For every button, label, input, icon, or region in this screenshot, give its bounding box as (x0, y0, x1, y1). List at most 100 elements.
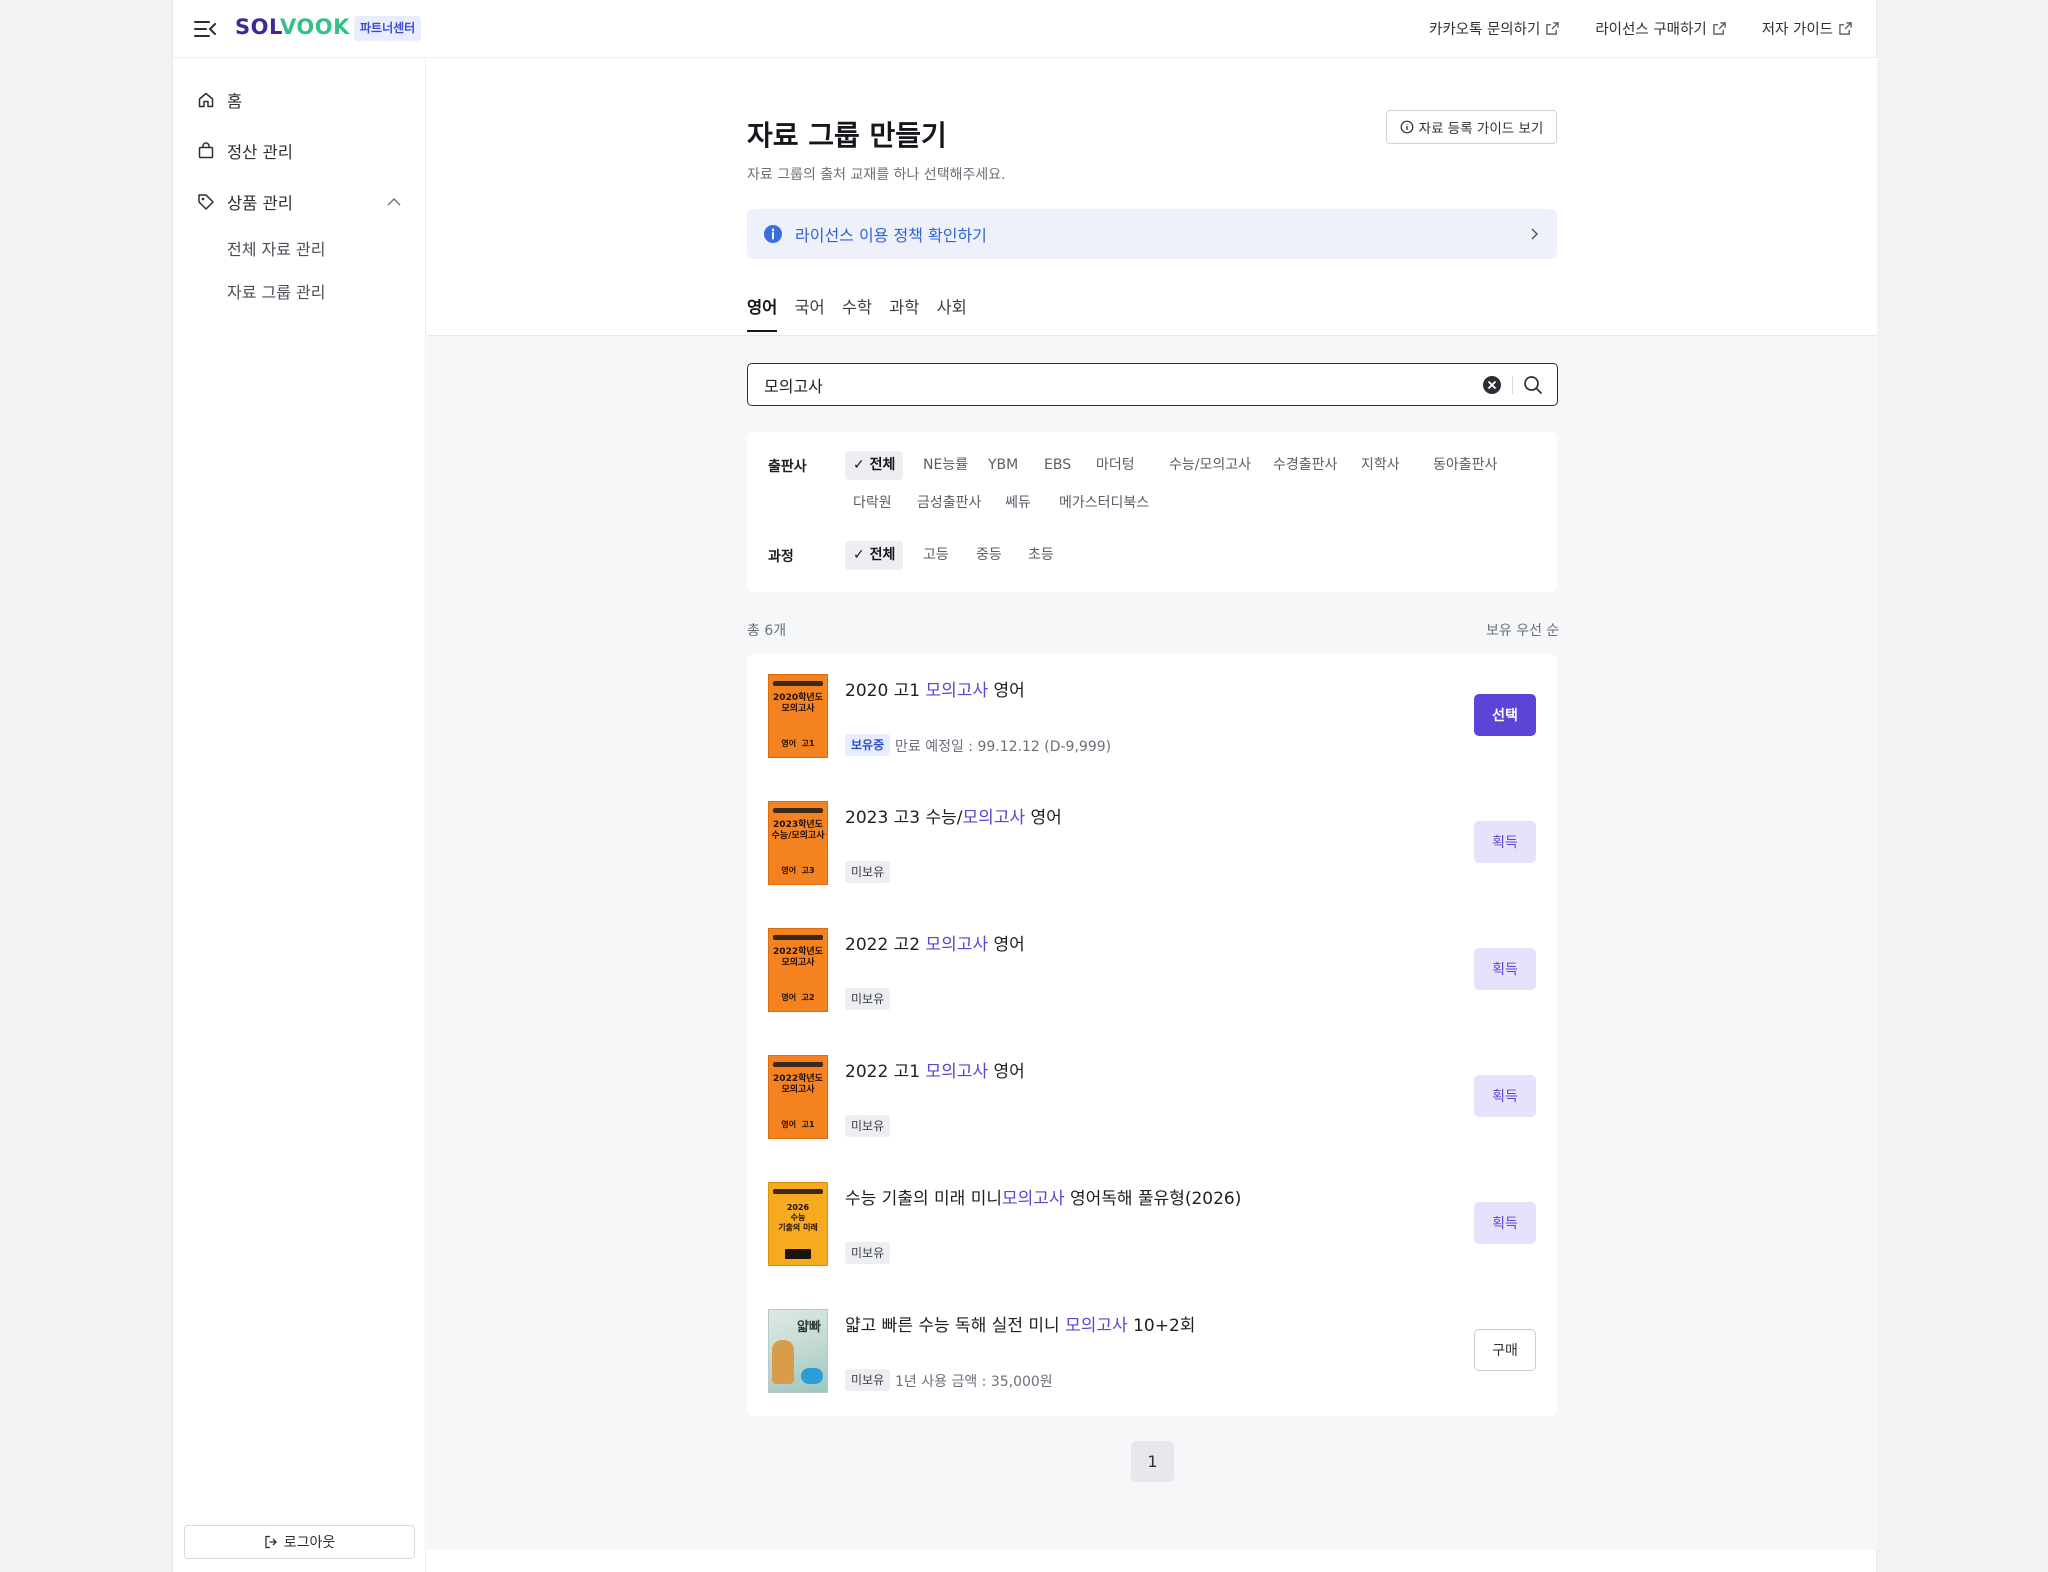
logout-icon (265, 1535, 277, 1549)
sort-dropdown[interactable]: 보유 우선 순 (1486, 620, 1559, 640)
publisher-chip[interactable]: YBM (980, 451, 1026, 480)
title-highlight: 모의고사 (925, 681, 989, 701)
solvook-logo[interactable]: SOLVOOK (235, 15, 350, 39)
book-title: 2022 고1 모의고사 영어 (845, 1057, 1025, 1082)
external-link-icon (1712, 22, 1726, 35)
publisher-chip[interactable]: 금성출판사 (909, 489, 989, 518)
publisher-chip-all[interactable]: ✓ 전체 (845, 451, 904, 480)
list-item[interactable]: 2023학년도 수능/모의고사 영어 고3 2023 고3 수능/모의고사 영어 … (747, 781, 1557, 908)
acquire-button[interactable]: 획득 (1474, 948, 1536, 990)
status-badge: 미보유 (845, 1115, 891, 1137)
status-badge: 미보유 (845, 1369, 891, 1391)
cover-footer: 영어 고2 (781, 993, 815, 1002)
app-window: SOLVOOK 파트너센터 카카오톡 문의하기 라이선스 구매하기 저자 가이드… (172, 0, 1877, 1572)
search-divider (1512, 375, 1513, 394)
logo-text-right: OOK (296, 15, 350, 39)
cover-title: 2022학년도 모의고사 (773, 947, 823, 968)
author-guide-label: 저자 가이드 (1761, 22, 1833, 38)
title-text: 영어독해 풀유형(2026) (1064, 1189, 1242, 1209)
sidebar-item-product[interactable]: 상품 관리 (197, 190, 293, 214)
top-links: 카카오톡 문의하기 라이선스 구매하기 저자 가이드 (1429, 18, 1852, 39)
sidebar-subitem-material-groups[interactable]: 자료 그룹 관리 (227, 279, 326, 303)
tab-science[interactable]: 과학 (889, 294, 919, 332)
course-chip-all[interactable]: ✓ 전체 (845, 541, 904, 570)
publisher-chip[interactable]: 메가스터디북스 (1051, 489, 1157, 518)
sidebar-item-settlement[interactable]: 정산 관리 (197, 139, 293, 163)
list-item[interactable]: 얇빠 얇고 빠른 수능 독해 실전 미니 모의고사 10+2회 미보유 1년 사… (747, 1289, 1557, 1416)
tab-math[interactable]: 수학 (842, 294, 872, 332)
publisher-chip[interactable]: 수경출판사 (1265, 451, 1345, 480)
title-text: 10+2회 (1127, 1316, 1196, 1336)
select-button[interactable]: 선택 (1474, 694, 1536, 736)
tab-social[interactable]: 사회 (937, 294, 967, 332)
chip-label: 전체 (869, 457, 896, 473)
bag-icon (198, 142, 214, 159)
publisher-chip[interactable]: 다락원 (845, 489, 900, 518)
license-purchase-link[interactable]: 라이선스 구매하기 (1595, 18, 1726, 39)
publisher-chip[interactable]: 동아출판사 (1425, 451, 1505, 480)
publisher-chip[interactable]: NE능률 (915, 451, 976, 480)
publisher-chip[interactable]: 마더텅 (1088, 451, 1143, 480)
page-title: 자료 그룹 만들기 (747, 119, 947, 152)
cover-title: 2026 수능 기출의 미래 (778, 1203, 818, 1232)
course-chip[interactable]: 초등 (1020, 541, 1062, 570)
tab-english[interactable]: 영어 (747, 294, 778, 332)
kakao-inquiry-label: 카카오톡 문의하기 (1429, 22, 1541, 38)
status-badge: 미보유 (845, 1242, 891, 1264)
course-filter-label: 과정 (768, 549, 794, 565)
sidebar-item-home[interactable]: 홈 (197, 88, 242, 112)
logout-button[interactable]: 로그아웃 (184, 1525, 415, 1559)
logo-text-v: V (279, 15, 297, 39)
cover-band (773, 935, 823, 940)
menu-collapse-icon[interactable] (193, 18, 217, 40)
publisher-chip[interactable]: 지학사 (1353, 451, 1408, 480)
sidebar-item-label: 정산 관리 (227, 143, 293, 162)
publisher-chip[interactable]: EBS (1036, 451, 1079, 480)
chip-label: 전체 (869, 547, 896, 563)
clear-icon[interactable] (1482, 375, 1502, 395)
acquire-button[interactable]: 획득 (1474, 1075, 1536, 1117)
cover-footer: 영어 고1 (781, 1120, 815, 1129)
acquire-button[interactable]: 획득 (1474, 1202, 1536, 1244)
publisher-chip[interactable]: 수능/모의고사 (1161, 451, 1259, 480)
kakao-inquiry-link[interactable]: 카카오톡 문의하기 (1429, 18, 1560, 39)
title-highlight: 모의고사 (962, 808, 1026, 828)
search-input[interactable] (764, 375, 1482, 394)
cover-illustration (772, 1340, 794, 1384)
publisher-chip[interactable]: 쎄듀 (997, 489, 1039, 518)
info-outline-icon (1400, 120, 1414, 134)
external-link-icon (1546, 22, 1560, 35)
author-guide-link[interactable]: 저자 가이드 (1762, 18, 1852, 39)
chevron-up-icon[interactable] (386, 194, 402, 210)
sidebar-subitem-all-materials[interactable]: 전체 자료 관리 (227, 236, 326, 260)
list-item[interactable]: 2022학년도 모의고사 영어 고2 2022 고2 모의고사 영어 미보유 획득 (747, 908, 1557, 1035)
license-policy-text: 라이선스 이용 정책 확인하기 (795, 226, 987, 245)
info-icon (764, 225, 782, 243)
list-item[interactable]: 2020학년도 모의고사 영어 고1 2020 고1 모의고사 영어 보유중 만료… (747, 654, 1557, 781)
title-text: 2022 고2 (845, 935, 926, 955)
cover-title: 얇빠 (797, 1320, 821, 1335)
book-cover: 2020학년도 모의고사 영어 고1 (768, 674, 828, 758)
book-title: 2022 고2 모의고사 영어 (845, 930, 1025, 955)
status-badge: 미보유 (845, 861, 891, 883)
course-chip[interactable]: 중등 (968, 541, 1010, 570)
search-icon[interactable] (1523, 375, 1543, 395)
book-cover: 2023학년도 수능/모의고사 영어 고3 (768, 801, 828, 885)
registration-guide-button[interactable]: 자료 등록 가이드 보기 (1386, 110, 1557, 144)
tab-korean[interactable]: 국어 (794, 294, 824, 332)
license-policy-banner[interactable]: 라이선스 이용 정책 확인하기 (747, 209, 1557, 259)
status-badge: 보유중 (845, 734, 891, 756)
title-text: 영어 (988, 681, 1025, 701)
cover-title: 2023학년도 수능/모의고사 (771, 820, 825, 841)
cover-badge (801, 1368, 823, 1384)
acquire-button[interactable]: 획득 (1474, 821, 1536, 863)
filter-panel: 출판사 ✓ 전체 NE능률 YBM EBS 마더텅 수능/모의고사 수경출판사 … (747, 432, 1557, 592)
subject-tabs: 영어 국어 수학 과학 사회 (747, 294, 967, 332)
pagination-page-1[interactable]: 1 (1131, 1441, 1174, 1482)
list-item[interactable]: 2026 수능 기출의 미래 수능 기출의 미래 미니모의고사 영어독해 풀유형… (747, 1162, 1557, 1289)
list-item[interactable]: 2022학년도 모의고사 영어 고1 2022 고1 모의고사 영어 미보유 획득 (747, 1035, 1557, 1162)
result-count: 총 6개 (747, 623, 787, 639)
purchase-button[interactable]: 구매 (1474, 1329, 1536, 1371)
course-chip[interactable]: 고등 (915, 541, 957, 570)
title-text: 2020 고1 (845, 681, 926, 701)
